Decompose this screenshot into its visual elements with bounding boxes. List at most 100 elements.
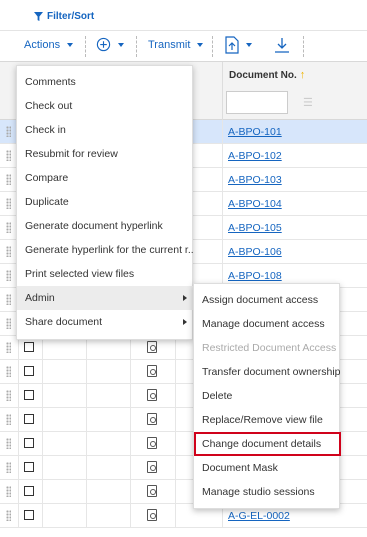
drag-handle-icon[interactable] [6,174,11,185]
menu-item-check-out[interactable]: Check out [17,94,194,118]
toolbar-divider [303,36,304,57]
menu-item-label: Check out [25,100,73,112]
submenu-item-assign-document-access[interactable]: Assign document access [194,288,341,312]
drag-handle-icon[interactable] [6,198,11,209]
document-number-link[interactable]: A-G-EL-0002 [228,510,290,522]
drag-handle-icon[interactable] [6,246,11,257]
document-number-link[interactable]: A-BPO-108 [228,270,282,282]
column-divider [42,408,43,432]
drag-handle-icon[interactable] [6,438,11,449]
drag-handle-icon[interactable] [6,342,11,353]
column-divider [42,456,43,480]
drag-handle-icon[interactable] [6,390,11,401]
document-number-link[interactable]: A-BPO-103 [228,174,282,186]
transmit-dropdown[interactable]: Transmit [148,39,204,51]
drag-handle-icon[interactable] [6,486,11,497]
submenu-item-manage-document-access[interactable]: Manage document access [194,312,341,336]
upload-dropdown[interactable] [225,36,252,54]
submenu-item-label: Document Mask [202,462,278,474]
actions-dropdown[interactable]: Actions [24,39,74,51]
column-divider [222,240,223,264]
submenu-item-restricted-document-access: Restricted Document Access [194,336,341,360]
download-icon [275,38,289,53]
view-file-icon[interactable] [147,485,157,497]
submenu-item-document-mask[interactable]: Document Mask [194,456,341,480]
menu-item-label: Generate hyperlink for the current r... [25,244,194,256]
drag-handle-icon[interactable] [6,366,11,377]
drag-handle-icon[interactable] [6,150,11,161]
column-divider [42,384,43,408]
submenu-item-transfer-document-ownership[interactable]: Transfer document ownership [194,360,341,384]
filter-sort-button[interactable]: Filter/Sort [34,11,94,22]
submenu-item-manage-studio-sessions[interactable]: Manage studio sessions [194,480,341,504]
menu-item-print-selected-view-files[interactable]: Print selected view files [17,262,194,286]
toolbar: Actions Transmit [0,31,367,62]
row-checkbox[interactable] [24,510,34,520]
view-file-icon[interactable] [147,389,157,401]
submenu-item-delete[interactable]: Delete [194,384,341,408]
submenu-item-replace-remove-view-file[interactable]: Replace/Remove view file [194,408,341,432]
drag-handle-icon[interactable] [6,318,11,329]
row-checkbox[interactable] [24,390,34,400]
filter-icon [34,12,43,21]
download-button[interactable] [274,37,290,54]
row-checkbox[interactable] [24,366,34,376]
view-file-icon[interactable] [147,365,157,377]
column-divider [18,480,19,504]
drag-handle-icon[interactable] [6,294,11,305]
menu-item-share-document[interactable]: Share document [17,310,194,334]
document-number-link[interactable]: A-BPO-102 [228,150,282,162]
drag-handle-icon[interactable] [6,510,11,521]
document-number-link[interactable]: A-BPO-105 [228,222,282,234]
menu-item-label: Resubmit for review [25,148,118,160]
column-divider [86,408,87,432]
upload-file-icon [225,36,239,54]
column-filter-icon[interactable]: ☰ [303,96,313,109]
drag-handle-icon[interactable] [6,222,11,233]
menu-item-generate-hyperlink-for-the-current-r[interactable]: Generate hyperlink for the current r... [17,238,194,262]
column-divider [86,504,87,528]
column-divider [18,432,19,456]
submenu-item-change-document-details[interactable]: Change document details [194,432,341,456]
view-file-icon[interactable] [147,461,157,473]
view-file-icon[interactable] [147,437,157,449]
document-number-column-header[interactable]: Document No. ↑ ☰ [222,62,367,120]
drag-handle-icon[interactable] [6,462,11,473]
toolbar-divider [212,36,213,57]
row-checkbox[interactable] [24,342,34,352]
plus-circle-icon [96,37,111,52]
add-dropdown[interactable] [96,37,124,52]
menu-item-generate-document-hyperlink[interactable]: Generate document hyperlink [17,214,194,238]
view-file-icon[interactable] [147,509,157,521]
submenu-item-label: Delete [202,390,233,402]
row-checkbox[interactable] [24,486,34,496]
row-checkbox[interactable] [24,462,34,472]
menu-item-label: Compare [25,172,69,184]
view-file-icon[interactable] [147,413,157,425]
column-divider [175,408,176,432]
drag-handle-icon[interactable] [6,126,11,137]
drag-handle-icon[interactable] [6,414,11,425]
document-number-link[interactable]: A-BPO-104 [228,198,282,210]
column-divider [18,456,19,480]
column-divider [86,432,87,456]
column-divider [222,144,223,168]
document-number-link[interactable]: A-BPO-101 [228,126,282,138]
row-checkbox[interactable] [24,414,34,424]
menu-item-compare[interactable]: Compare [17,166,194,190]
column-divider [130,480,131,504]
menu-item-comments[interactable]: Comments [17,70,194,94]
submenu-item-label: Restricted Document Access [202,342,337,354]
menu-item-resubmit-for-review[interactable]: Resubmit for review [17,142,194,166]
menu-item-duplicate[interactable]: Duplicate [17,190,194,214]
menu-item-label: Share document [25,316,103,328]
submenu-item-label: Replace/Remove view file [202,414,323,426]
view-file-icon[interactable] [147,341,157,353]
menu-item-check-in[interactable]: Check in [17,118,194,142]
row-checkbox[interactable] [24,438,34,448]
document-number-link[interactable]: A-BPO-106 [228,246,282,258]
document-number-filter-input[interactable] [226,91,288,114]
filter-sort-label: Filter/Sort [47,11,95,22]
drag-handle-icon[interactable] [6,270,11,281]
menu-item-admin[interactable]: Admin [17,286,194,310]
